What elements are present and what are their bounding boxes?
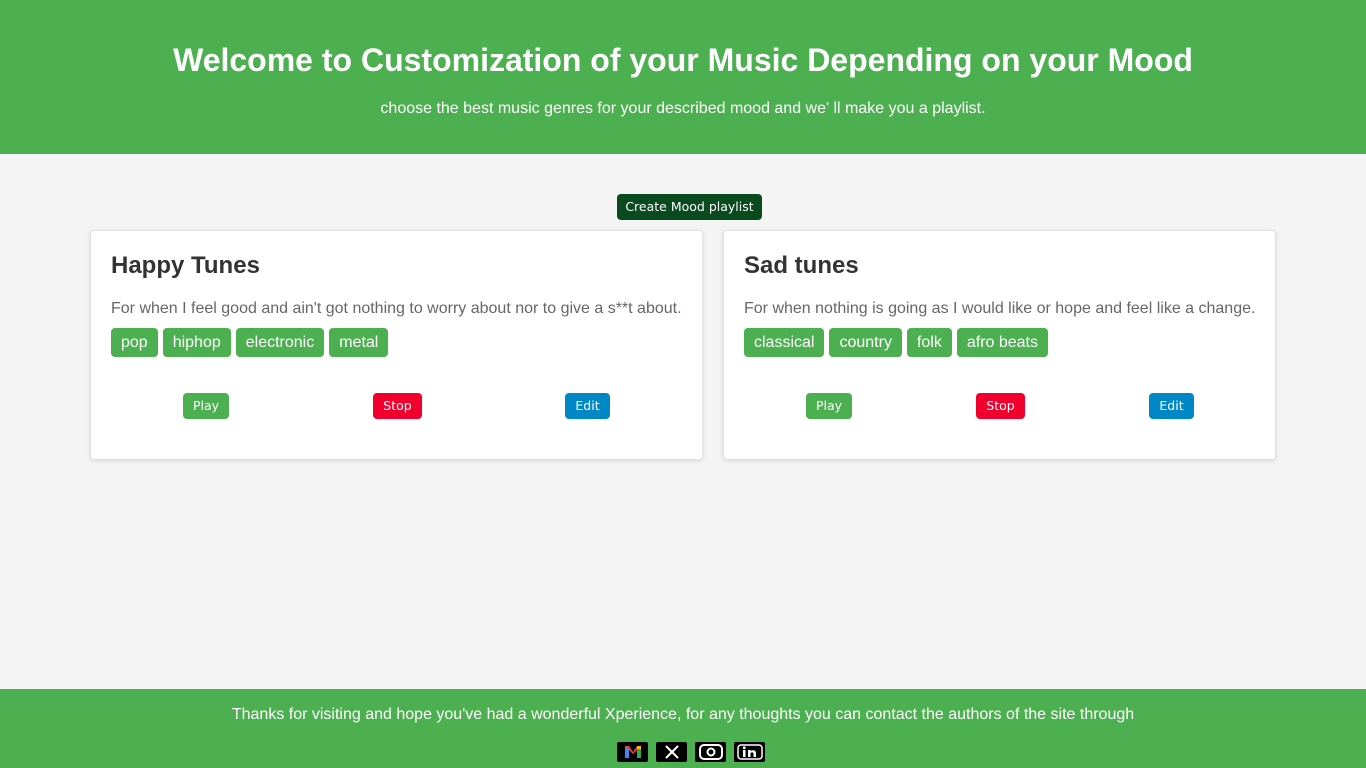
card-title: Sad tunes (744, 252, 859, 279)
x-icon[interactable] (656, 742, 687, 762)
genre-tags: classical country folk afro beats (744, 328, 1048, 357)
genre-tag-metal[interactable]: metal (329, 328, 389, 357)
genre-tag-electronic[interactable]: electronic (235, 328, 325, 357)
page-subtitle: choose the best music genres for your de… (380, 100, 986, 117)
linkedin-icon[interactable] (734, 742, 765, 762)
edit-button[interactable]: Edit (1149, 393, 1194, 419)
stop-button[interactable]: Stop (976, 393, 1025, 419)
gmail-icon[interactable] (617, 742, 648, 762)
create-mood-playlist-button[interactable]: Create Mood playlist (617, 194, 762, 220)
edit-button[interactable]: Edit (565, 393, 610, 419)
card-description: For when nothing is going as I would lik… (744, 300, 1256, 317)
genre-tag-classical[interactable]: classical (744, 328, 825, 357)
genre-tags: pop hiphop electronic metal (111, 328, 389, 357)
social-links (617, 742, 765, 762)
card-description: For when I feel good and ain't got nothi… (111, 300, 682, 317)
page-title: Welcome to Customization of your Music D… (173, 42, 1193, 78)
genre-tag-country[interactable]: country (829, 328, 902, 357)
instagram-icon[interactable] (695, 742, 726, 762)
play-button[interactable]: Play (183, 393, 229, 419)
page-footer: Thanks for visiting and hope you've had … (0, 689, 1366, 768)
footer-text: Thanks for visiting and hope you've had … (231, 706, 1135, 723)
genre-tag-afro-beats[interactable]: afro beats (956, 328, 1048, 357)
playlist-card-happy: Happy Tunes For when I feel good and ain… (90, 230, 703, 460)
play-button[interactable]: Play (806, 393, 852, 419)
page-header: Welcome to Customization of your Music D… (0, 0, 1366, 154)
genre-tag-hiphop[interactable]: hiphop (162, 328, 231, 357)
genre-tag-pop[interactable]: pop (111, 328, 158, 357)
card-title: Happy Tunes (111, 252, 260, 279)
playlist-card-sad: Sad tunes For when nothing is going as I… (723, 230, 1276, 460)
genre-tag-folk[interactable]: folk (906, 328, 952, 357)
stop-button[interactable]: Stop (373, 393, 422, 419)
